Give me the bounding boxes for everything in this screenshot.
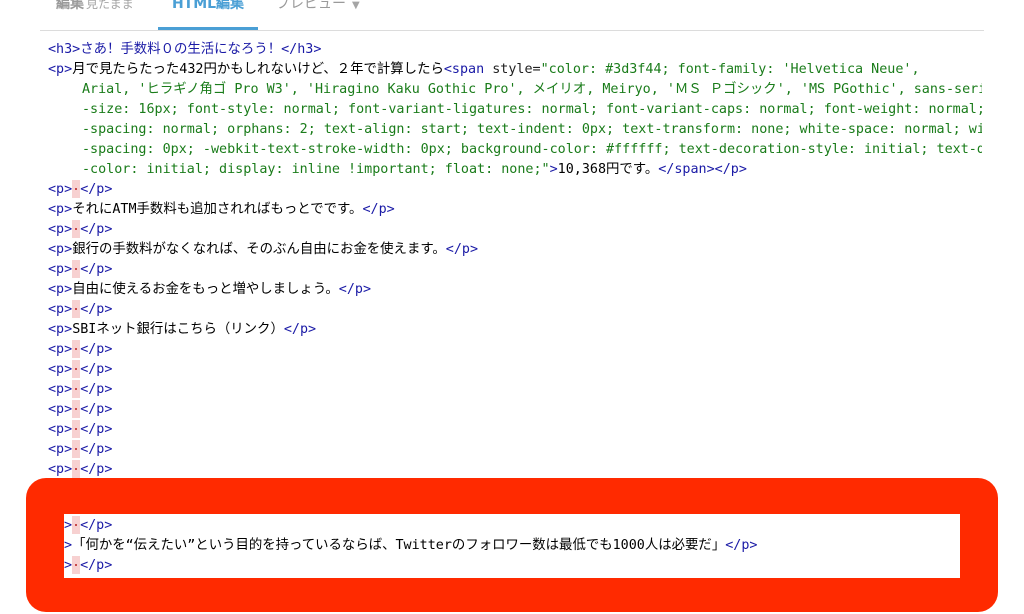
code-line-empty-p: <p> </p> — [48, 420, 113, 438]
code-line: <p>月で見たらたった432円かもしれないけど、２年で計算したら<span st… — [48, 60, 920, 80]
code-line: Arial, 'ヒラギノ角ゴ Pro W3', 'Hiragino Kaku G… — [82, 80, 982, 100]
code-tag: <p> — [48, 62, 73, 77]
code-string: -size: 16px; font-style: normal; font-va… — [82, 102, 982, 117]
code-line-empty-p: <p> </p> — [48, 460, 113, 478]
code-line: -color: initial; display: inline !import… — [82, 160, 747, 180]
tab-html-edit[interactable]: HTML編集 — [158, 0, 258, 30]
code-text: それにATM手数料も追加されればもっとでです。 — [72, 202, 363, 217]
code-line: <h3>さあ！手数料０の生活になろう！</h3> — [48, 40, 321, 60]
html-source-editor[interactable]: <h3>さあ！手数料０の生活になろう！</h3> <p>月で見たらたった432円… — [48, 40, 982, 480]
code-line: >「何かを“伝えたい”という目的を持っているならば、Twitterのフォロワー数… — [64, 538, 758, 553]
code-line-empty-p: <p> </p> — [48, 400, 113, 418]
code-line: -spacing: normal; orphans: 2; text-align… — [82, 120, 982, 140]
nbsp-marker — [72, 460, 81, 478]
tab-html-label: HTML編集 — [171, 0, 245, 12]
quote-text: 「何かを“伝えたい”という目的を持っているならば、Twitterのフォロワー数は… — [72, 538, 726, 553]
code-string: "color: #3d3f44; font-family: 'Helvetica… — [540, 62, 920, 77]
editor-tab-bar: 編集 見たまま HTML編集 プレビュー ▼ — [40, 0, 984, 31]
code-line: -size: 16px; font-style: normal; font-va… — [82, 100, 982, 120]
code-text: 月で見たらたった432円かもしれないけど、２年で計算したら — [72, 62, 444, 77]
code-tag: <span — [443, 62, 485, 77]
code-tag: </span></p> — [658, 162, 747, 177]
nbsp-marker — [72, 380, 81, 398]
nbsp-marker — [72, 360, 81, 378]
chevron-down-icon: ▼ — [352, 0, 360, 11]
code-line: <p>自由に使えるお金をもっと増やしましょう。</p> — [48, 282, 372, 297]
code-text: 10,368円です。 — [557, 162, 659, 177]
code-line-empty-p: <p> </p> — [48, 380, 113, 398]
code-line-empty-p: > </p> — [64, 516, 113, 534]
tab-preview-label: プレビュー — [276, 0, 346, 12]
nbsp-marker — [72, 340, 81, 358]
nbsp-marker — [72, 400, 81, 418]
code-string: -spacing: normal; orphans: 2; text-align… — [82, 122, 982, 137]
code-line-empty-p: <p> </p> — [48, 340, 113, 358]
code-line-empty-p: <p> </p> — [48, 440, 113, 458]
code-line: -spacing: 0px; -webkit-text-stroke-width… — [82, 140, 982, 160]
nbsp-marker — [72, 556, 81, 574]
nbsp-marker — [72, 440, 81, 458]
tab-wysiwyg-sublabel: 見たまま — [86, 0, 134, 11]
code-string: -spacing: 0px; -webkit-text-stroke-width… — [82, 142, 982, 157]
code-line-empty-p: <p> </p> — [48, 220, 113, 238]
tab-wysiwyg-label: 編集 — [56, 0, 84, 12]
code-line-empty-p: > </p> — [64, 556, 113, 574]
code-tag: > — [549, 162, 558, 177]
tab-preview[interactable]: プレビュー ▼ — [272, 0, 382, 30]
code-string: Arial, 'ヒラギノ角ゴ Pro W3', 'Hiragino Kaku G… — [82, 82, 982, 97]
nbsp-marker — [72, 260, 81, 278]
code-line: <p>銀行の手数料がなくなれば、そのぶん自由にお金を使えます。</p> — [48, 242, 479, 257]
highlighted-code-snippet: > </p> >「何かを“伝えたい”という目的を持っているならば、Twitterの… — [64, 514, 960, 578]
code-line: <p>それにATM手数料も追加されればもっとでです。</p> — [48, 202, 395, 217]
nbsp-marker — [72, 180, 81, 198]
nbsp-marker — [72, 516, 81, 534]
code-line-empty-p: <p> </p> — [48, 300, 113, 318]
code-h3: <h3>さあ！手数料０の生活になろう！</h3> — [48, 42, 322, 57]
code-text: 銀行の手数料がなくなれば、そのぶん自由にお金を使えます。 — [72, 242, 446, 257]
tab-wysiwyg[interactable]: 編集 見たまま — [52, 0, 152, 30]
nbsp-marker — [72, 420, 81, 438]
code-line-empty-p: <p> </p> — [48, 260, 113, 278]
code-text: SBIネット銀行はこちら（リンク） — [72, 322, 284, 337]
nbsp-marker — [72, 220, 81, 238]
code-line: <p>SBIネット銀行はこちら（リンク）</p> — [48, 322, 317, 337]
nbsp-marker — [72, 300, 81, 318]
code-text: 自由に使えるお金をもっと増やしましょう。 — [72, 282, 339, 297]
code-line-empty-p: <p> </p> — [48, 180, 113, 198]
code-line-empty-p: <p> </p> — [48, 360, 113, 378]
code-attr: style= — [492, 62, 541, 77]
code-string: -color: initial; display: inline !import… — [82, 162, 550, 177]
